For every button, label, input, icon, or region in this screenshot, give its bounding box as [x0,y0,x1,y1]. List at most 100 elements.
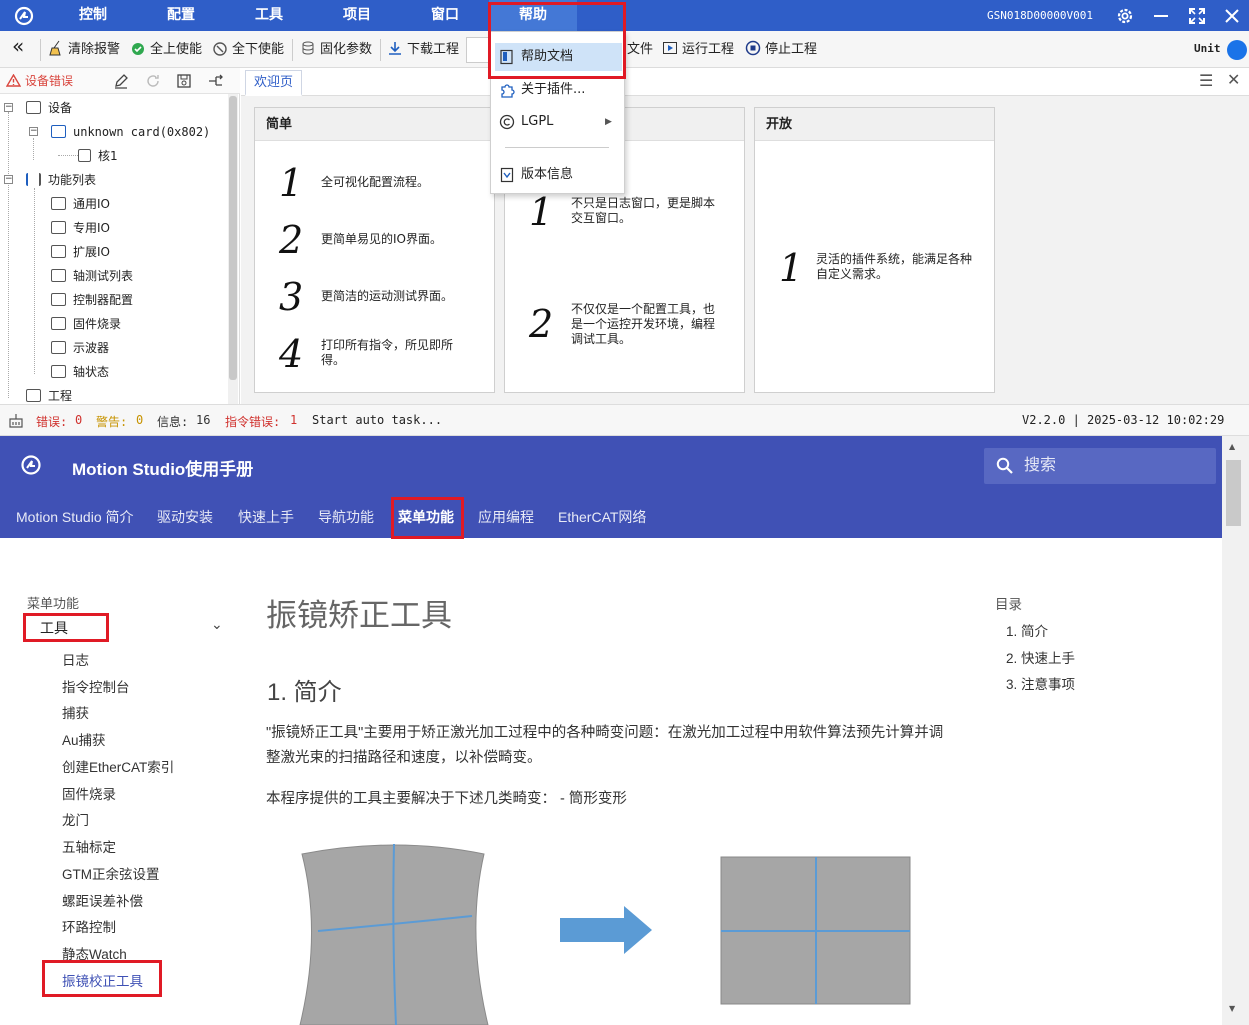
card-number: 3 [279,275,304,319]
doc-nav-driver[interactable]: 驱动安装 [157,507,213,527]
tree-item-axis-status[interactable]: 轴状态 [51,362,109,382]
save-icon[interactable] [176,73,192,89]
side-item[interactable]: 螺距误差补偿 [62,890,143,910]
tree-item-ext-io[interactable]: 扩展IO [51,242,110,262]
side-item[interactable]: 创建EtherCAT索引 [62,756,174,776]
doc-logo-icon[interactable] [20,454,42,476]
side-item[interactable]: 五轴标定 [62,836,116,856]
tab-welcome[interactable]: 欢迎页 [245,70,303,96]
warning-icon [5,73,22,87]
save-params-button[interactable]: 固化参数 [300,40,372,60]
tree-item-function-list[interactable]: 功能列表 [26,170,96,190]
close-tab-icon[interactable]: ✕ [1227,70,1240,89]
unit-toggle[interactable] [1227,40,1247,60]
menu-control[interactable]: 控制 [79,0,107,31]
warn-count: 0 [136,413,144,427]
side-item[interactable]: 捕获 [62,702,89,722]
tree-item-firmware[interactable]: 固件烧录 [51,314,121,334]
toc-item[interactable]: 2. 快速上手 [1006,647,1075,667]
stop-project-button[interactable]: 停止工程 [745,40,817,60]
project-icon [26,389,41,402]
run-icon [663,42,677,54]
side-item[interactable]: 指令控制台 [62,676,130,696]
stop-icon [745,40,761,56]
tree-item-oscilloscope[interactable]: 示波器 [51,338,109,358]
card-title: 开放 [755,108,994,141]
version-icon [500,167,514,183]
gear-icon[interactable] [1114,5,1136,27]
doc-subheading: 1. 简介 [267,679,342,706]
disable-all-button[interactable]: 全下使能 [212,40,284,60]
doc-nav-programming[interactable]: 应用编程 [478,507,534,527]
doc-nav-navigation[interactable]: 导航功能 [318,507,374,527]
tree-toolbar: 设备错误 [0,68,240,94]
close-icon[interactable] [1221,5,1243,27]
minimize-icon[interactable] [1150,5,1172,27]
network-icon [9,414,23,428]
doc-search-input[interactable] [1024,454,1204,478]
card-text: 更简单易见的IO界面。 [321,232,442,246]
doc-nav-quickstart[interactable]: 快速上手 [238,507,294,527]
card-text: 不只是日志窗口，更是脚本交互窗口。 [571,196,716,225]
menu-item-version-info[interactable]: 版本信息 [495,161,622,189]
connect-icon[interactable] [207,73,225,89]
welcome-area: 欢迎页 ☰ ✕ 简单 1 全可视化配置流程。 2 更简单易见的IO界面。 3 更… [241,68,1249,404]
tree-expander[interactable]: − [4,175,13,184]
doc-nav-intro[interactable]: Motion Studio 简介 [16,507,134,527]
menu-window[interactable]: 窗口 [431,0,459,31]
tree-item-device[interactable]: 设备 [26,98,72,118]
axis-test-icon [51,269,66,282]
side-item[interactable]: 固件烧录 [62,783,116,803]
controller-icon [51,293,66,306]
doc-title[interactable]: Motion Studio使用手册 [72,455,253,480]
unit-label: Unit [1194,42,1221,55]
tree-expander[interactable]: − [29,127,38,136]
tree-item-special-io[interactable]: 专用IO [51,218,110,238]
chevron-down-icon[interactable]: ⌄ [211,616,223,633]
tree-item-axis-test[interactable]: 轴测试列表 [51,266,133,286]
side-item[interactable]: 日志 [62,649,89,669]
doc-search-box[interactable] [984,448,1216,484]
status-bar: 错误: 0 警告: 0 信息: 16 指令错误: 1 Start auto ta… [0,404,1249,436]
maximize-icon[interactable] [1186,5,1208,27]
side-item[interactable]: GTM正余弦设置 [62,863,160,883]
search-icon [996,457,1013,474]
tree-item-project[interactable]: 工程 [26,386,72,406]
run-project-button[interactable]: 运行工程 [662,40,734,60]
card-text: 全可视化配置流程。 [321,175,430,189]
doc-nav-ethercat[interactable]: EtherCAT网络 [558,507,646,527]
menu-item-about-plugins[interactable]: 关于插件... [495,76,622,104]
edit-icon[interactable] [113,73,129,89]
collapse-panel-icon[interactable]: « [12,36,24,56]
sliders-icon [26,173,41,186]
highlight-galvo-tool [42,960,162,997]
menu-config[interactable]: 配置 [167,0,195,31]
side-item[interactable]: 环路控制 [62,916,116,936]
clear-alarm-button[interactable]: 清除报警 [48,40,120,60]
menu-tools[interactable]: 工具 [255,0,283,31]
tree-item-general-io[interactable]: 通用IO [51,194,110,214]
tree-item-core[interactable]: 核1 [78,146,118,166]
enable-all-button[interactable]: 全上使能 [130,40,202,60]
device-error-button[interactable]: 设备错误 [5,72,73,89]
tree-expander[interactable]: − [4,103,13,112]
card-number: 2 [529,302,554,346]
project-combo[interactable] [466,37,490,63]
side-item[interactable]: 龙门 [62,809,89,829]
toc-item[interactable]: 1. 简介 [1006,620,1048,640]
side-item[interactable]: Au捕获 [62,729,106,749]
ext-io-icon [51,245,66,258]
menu-project[interactable]: 项目 [343,0,371,31]
tree-item-card[interactable]: unknown card(0x802) [51,122,210,142]
file-button[interactable]: 文件 [627,40,653,60]
menu-item-lgpl[interactable]: LGPL ▶ [495,108,622,136]
toc-title: 目录 [995,597,1022,612]
menu-lines-icon[interactable]: ☰ [1199,71,1213,90]
doc-scrollbar[interactable]: ▲ ▼ [1222,436,1249,1025]
tree-item-controller-config[interactable]: 控制器配置 [51,290,133,310]
download-project-button[interactable]: 下载工程 [387,40,459,60]
refresh-icon[interactable] [145,73,161,89]
distortion-illustration [299,843,911,1025]
toc-item[interactable]: 3. 注意事项 [1006,673,1075,693]
tree-scrollbar[interactable] [228,94,238,404]
